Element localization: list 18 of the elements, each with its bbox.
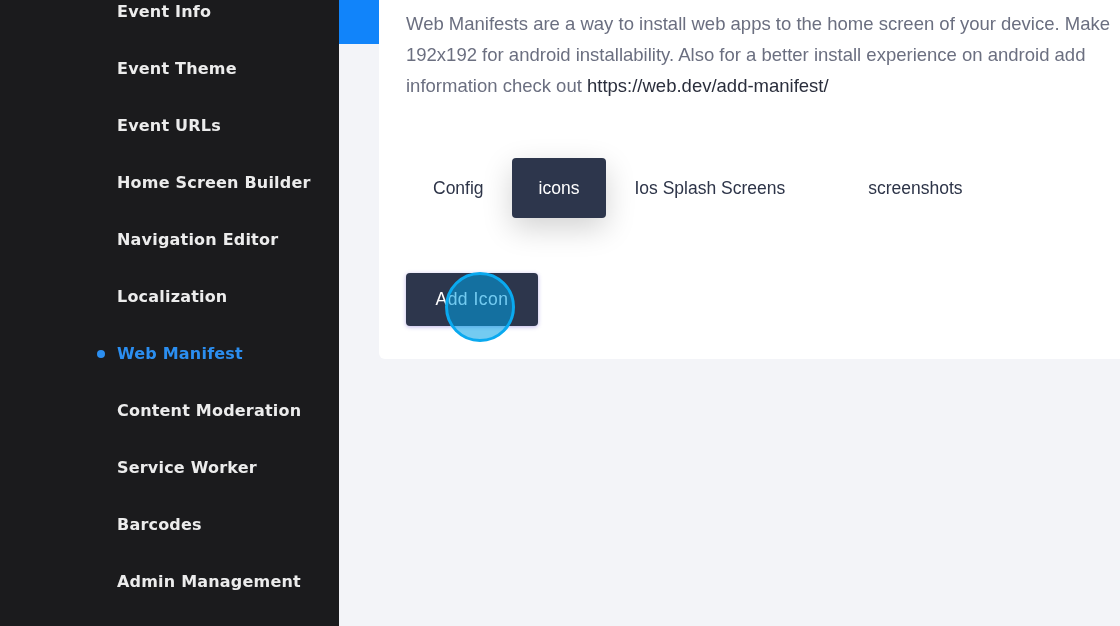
tab[interactable]: screenshots: [841, 158, 990, 218]
sidebar-item[interactable]: Event URLs: [117, 116, 221, 135]
header-bar: [339, 0, 379, 44]
sidebar-item[interactable]: Event Theme: [117, 59, 237, 78]
sidebar-item[interactable]: Admin Management: [117, 572, 301, 591]
manifest-link[interactable]: https://web.dev/add-manifest/: [587, 75, 829, 96]
tab[interactable]: Config: [406, 158, 511, 218]
sidebar-item[interactable]: Barcodes: [117, 515, 202, 534]
tab[interactable]: Ios Splash Screens: [607, 158, 813, 218]
sidebar-item[interactable]: Service Worker: [117, 458, 257, 477]
sidebar-item[interactable]: Navigation Editor: [117, 230, 279, 249]
sidebar-item[interactable]: Web Manifest: [117, 344, 243, 363]
sidebar-item[interactable]: Content Moderation: [117, 401, 302, 420]
sidebar-item[interactable]: Event Info: [117, 2, 212, 21]
tab[interactable]: icons: [511, 158, 607, 218]
sidebar-item[interactable]: Localization: [117, 287, 228, 306]
description-text: Web Manifests are a way to install web apps to the home screen of your device. Make 192x192 for android installability. Also for a better install experience on android add information check out https://web.dev/add-manifest/: [406, 12, 1112, 98]
sidebar-item[interactable]: Home Screen Builder: [117, 173, 311, 192]
